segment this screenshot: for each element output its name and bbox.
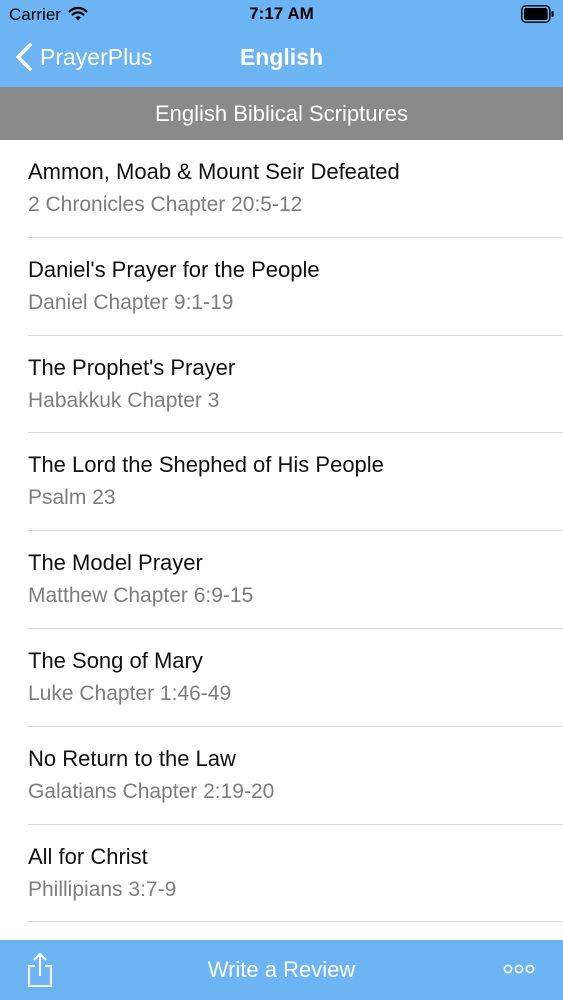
list-item[interactable]: No Return to the Law Galatians Chapter 2… — [0, 727, 563, 825]
share-icon[interactable] — [26, 952, 54, 988]
item-subtitle: Daniel Chapter 9:1-19 — [28, 290, 234, 314]
top-bar: Carrier 7:17 AM PrayerPlus English — [0, 0, 563, 87]
more-icon[interactable] — [503, 962, 535, 976]
list-item[interactable]: The Song of Mary Luke Chapter 1:46-49 — [0, 629, 563, 727]
item-title: No Return to the Law — [28, 745, 236, 771]
scripture-list[interactable]: Ammon, Moab & Mount Seir Defeated 2 Chro… — [0, 140, 563, 940]
list-item[interactable]: All for Christ Phillipians 3:7-9 — [0, 825, 563, 923]
item-title: All for Christ — [28, 843, 148, 869]
page-title: English — [239, 44, 324, 70]
write-review-button[interactable]: Write a Review — [208, 957, 356, 982]
write-review-button-wrap: Write a Review — [0, 957, 563, 983]
section-header: English Biblical Scriptures — [0, 87, 563, 140]
list-item[interactable]: The Prophet's Prayer Habakkuk Chapter 3 — [0, 336, 563, 434]
item-title: The Song of Mary — [28, 647, 203, 673]
item-subtitle: Habakkuk Chapter 3 — [28, 388, 220, 412]
item-title: Ammon, Moab & Mount Seir Defeated — [28, 159, 400, 184]
navigation-bar: PrayerPlus English — [0, 30, 563, 87]
list-item[interactable]: Daniel's Prayer for the People Daniel Ch… — [0, 238, 563, 336]
item-subtitle: 2 Chronicles Chapter 20:5-12 — [28, 193, 303, 216]
list-item[interactable]: Ammon, Moab & Mount Seir Defeated 2 Chro… — [0, 140, 563, 238]
item-title: The Lord the Shephed of His People — [28, 452, 384, 478]
item-subtitle: Luke Chapter 1:46-49 — [28, 681, 232, 705]
item-subtitle: Phillipians 3:7-9 — [28, 877, 177, 901]
status-bar: Carrier 7:17 AM — [0, 0, 563, 30]
bottom-toolbar: Write a Review — [0, 940, 563, 1000]
list-item[interactable]: The Model Prayer Matthew Chapter 6:9-15 — [0, 531, 563, 629]
battery-icon — [521, 5, 554, 23]
item-title: The Model Prayer — [28, 550, 203, 576]
item-subtitle: Matthew Chapter 6:9-15 — [28, 584, 254, 608]
clock: 7:17 AM — [249, 4, 314, 23]
item-subtitle: Galatians Chapter 2:19-20 — [28, 779, 275, 803]
item-title: Daniel's Prayer for the People — [28, 256, 320, 282]
item-title: The Prophet's Prayer — [28, 354, 236, 380]
item-subtitle: Psalm 23 — [28, 486, 116, 510]
list-item[interactable]: The Lord the Shephed of His People Psalm… — [0, 433, 563, 531]
